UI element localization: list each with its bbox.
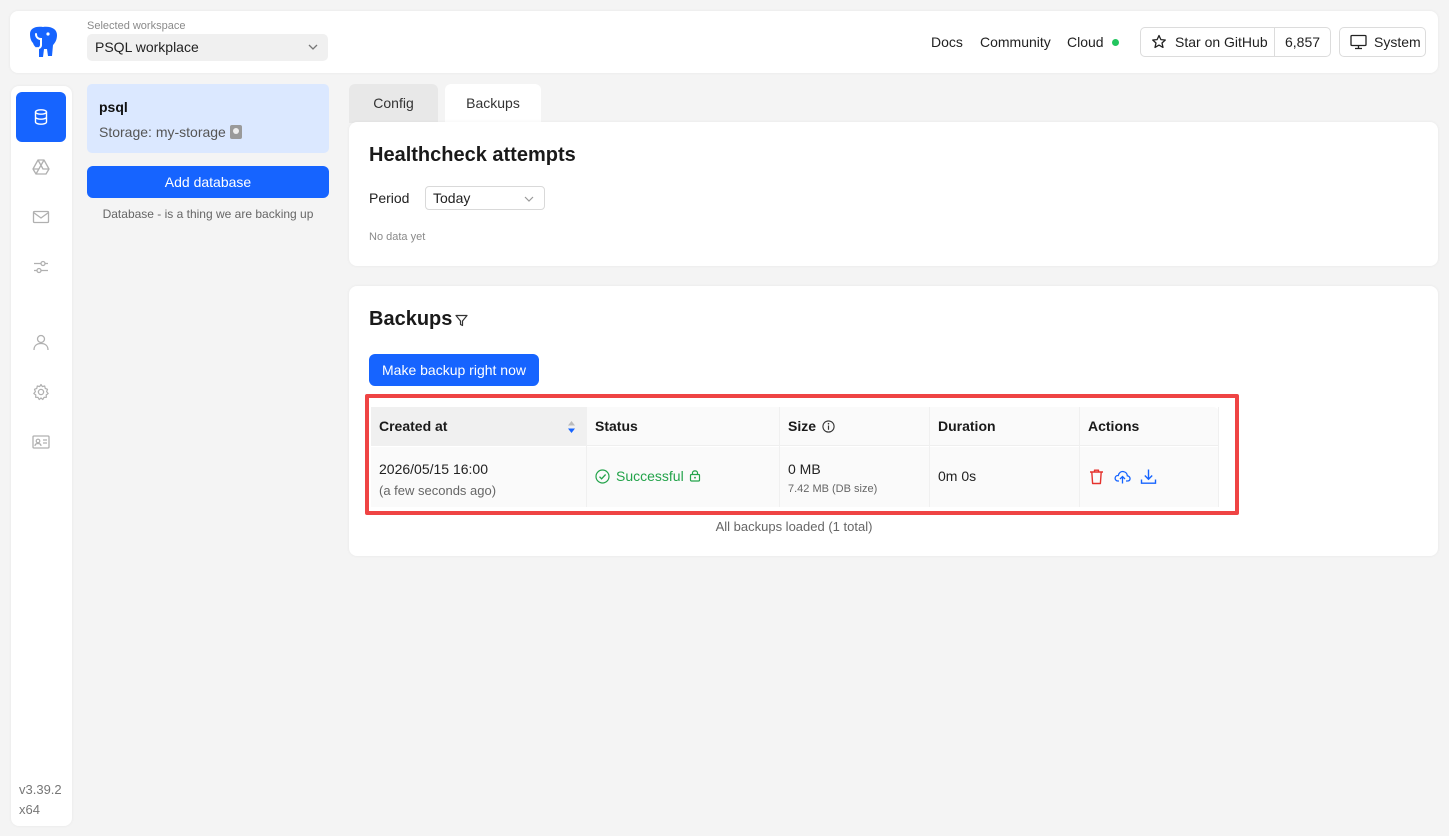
community-link[interactable]: Community — [980, 34, 1051, 50]
chevron-down-icon — [524, 196, 534, 202]
gear-icon — [33, 383, 49, 401]
github-button-divider — [1274, 28, 1275, 56]
sidebar-item-sliders[interactable] — [16, 242, 66, 292]
app-version: v3.39.2 x64 — [19, 780, 62, 820]
database-list-item[interactable]: psql Storage: my-storage — [87, 84, 329, 153]
database-hint: Database - is a thing we are backing up — [102, 207, 314, 221]
workspace-select[interactable]: PSQL workplace — [87, 34, 328, 61]
period-select-value: Today — [433, 190, 471, 206]
version-arch: x64 — [19, 802, 40, 817]
cloud-link[interactable]: Cloud — [1067, 34, 1104, 50]
backups-title: Backups — [369, 308, 453, 330]
elephant-logo-icon[interactable] — [26, 25, 60, 59]
mail-icon — [32, 210, 50, 224]
tab-config[interactable]: Config — [349, 84, 438, 123]
healthcheck-card: Healthcheck attempts Period Today No dat… — [349, 122, 1438, 266]
github-star-label: Star on GitHub — [1175, 34, 1268, 50]
healthcheck-empty-text: No data yet — [369, 231, 426, 243]
highlight-box — [365, 394, 1239, 515]
database-storage-text: Storage: my-storage — [99, 124, 226, 140]
database-icon — [34, 109, 48, 125]
star-icon — [1152, 34, 1166, 49]
user-icon — [33, 334, 49, 351]
period-label: Period — [369, 190, 410, 206]
docs-link[interactable]: Docs — [931, 34, 963, 50]
chevron-down-icon — [308, 44, 318, 50]
github-star-button[interactable]: Star on GitHub 6,857 — [1140, 27, 1331, 57]
drive-icon — [32, 159, 50, 175]
sidebar-item-storages[interactable] — [16, 142, 66, 192]
sidebar-item-notifiers[interactable] — [16, 192, 66, 242]
make-backup-button[interactable]: Make backup right now — [369, 354, 539, 386]
theme-system-label: System — [1374, 34, 1421, 50]
sidebar-item-profile[interactable] — [16, 417, 66, 467]
version-number: v3.39.2 — [19, 782, 62, 797]
id-card-icon — [32, 435, 50, 449]
workspace-label: Selected workspace — [87, 20, 186, 32]
tab-backups[interactable]: Backups — [445, 84, 541, 123]
sidebar-item-databases[interactable] — [16, 92, 66, 142]
filter-icon[interactable] — [455, 314, 468, 327]
workspace-select-value: PSQL workplace — [95, 39, 199, 55]
theme-system-button[interactable]: System — [1339, 27, 1426, 57]
cloud-status-dot — [1112, 39, 1119, 46]
sliders-icon — [34, 260, 48, 274]
sidebar-item-settings[interactable] — [16, 367, 66, 417]
hard-disk-icon — [229, 125, 242, 139]
sidebar-item-users[interactable] — [16, 317, 66, 367]
healthcheck-title: Healthcheck attempts — [369, 144, 576, 166]
top-header: Selected workspace PSQL workplace Docs C… — [10, 11, 1438, 73]
backups-loaded-text: All backups loaded (1 total) — [715, 519, 873, 534]
monitor-icon — [1350, 34, 1367, 50]
period-select[interactable]: Today — [425, 186, 545, 210]
sidebar: v3.39.2 x64 — [11, 86, 72, 826]
database-storage: Storage: my-storage — [99, 124, 242, 140]
github-star-count: 6,857 — [1285, 34, 1321, 50]
add-database-button[interactable]: Add database — [87, 166, 329, 198]
database-name: psql — [99, 99, 128, 115]
